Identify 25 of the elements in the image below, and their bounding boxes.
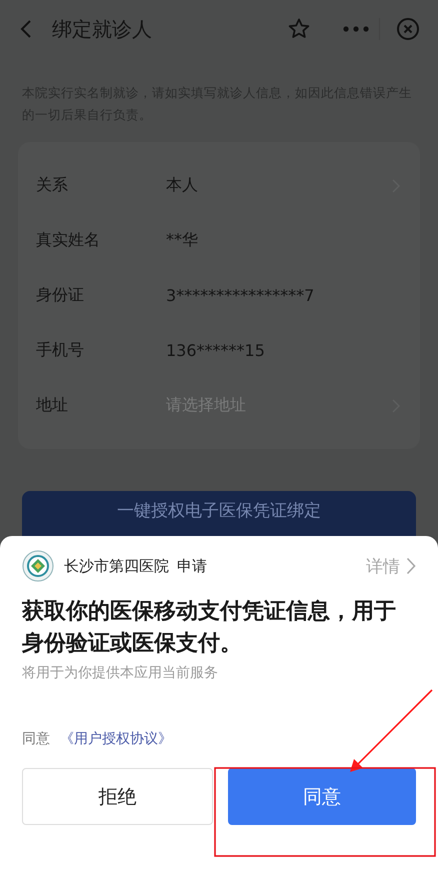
field-label: 身份证 — [36, 285, 85, 306]
field-value: **华 — [166, 230, 198, 251]
field-label: 真实姓名 — [36, 230, 101, 251]
field-value: 本人 — [166, 175, 198, 196]
agreement-link[interactable]: 《用户授权协议》 — [60, 730, 172, 748]
request-label: 申请 — [177, 556, 207, 576]
field-value: 3****************7 — [166, 286, 314, 305]
close-icon[interactable] — [396, 17, 420, 41]
back-icon[interactable] — [20, 19, 32, 39]
field-label: 关系 — [36, 175, 69, 196]
agree-text: 同意 — [22, 730, 50, 748]
star-icon[interactable] — [287, 17, 311, 41]
hospital-logo-icon — [22, 550, 54, 582]
sheet-subtitle: 将用于为你提供本应用当前服务 — [22, 664, 219, 682]
more-icon[interactable] — [343, 26, 369, 32]
field-label: 手机号 — [36, 340, 85, 361]
agree-button[interactable]: 同意 — [228, 768, 416, 825]
chevron-icon — [406, 557, 416, 575]
app-name: 长沙市第四医院 — [64, 556, 169, 576]
field-value: 136******15 — [166, 341, 265, 360]
field-label: 地址 — [36, 395, 69, 416]
sheet-title: 获取你的医保移动支付凭证信息，用于身份验证或医保支付。 — [22, 598, 397, 658]
details-link[interactable]: 详情 — [366, 554, 416, 578]
page-title: 绑定就诊人 — [52, 16, 152, 42]
reject-button[interactable]: 拒绝 — [22, 768, 212, 825]
